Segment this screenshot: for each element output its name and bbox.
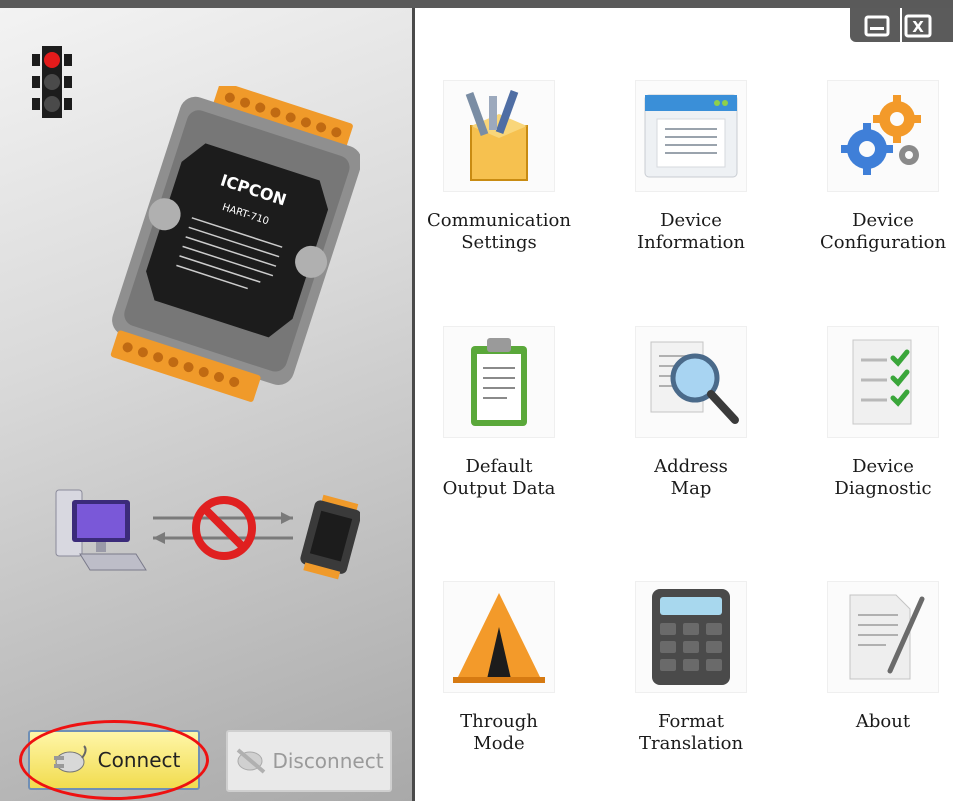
tile-label: Format Translation	[638, 711, 744, 754]
top-strip	[0, 0, 953, 8]
minimize-icon	[864, 15, 890, 37]
connection-panel: ICPCON HART-710 Connect Disconnect	[0, 8, 412, 801]
tile-label: Address Map	[654, 456, 728, 499]
tile-device-information[interactable]: Device Information	[591, 80, 791, 254]
tile-label: Device Information	[636, 210, 746, 253]
tile-device-configuration[interactable]: Device Configuration	[783, 80, 953, 254]
tile-label: Default Output Data	[442, 456, 556, 499]
checklist-icon	[827, 326, 939, 438]
unplug-icon	[237, 748, 266, 774]
tile-label: Device Configuration	[819, 210, 947, 253]
magnifier-doc-icon	[635, 326, 747, 438]
disconnect-label: Disconnect	[272, 749, 384, 773]
tile-label: Device Diagnostic	[834, 456, 932, 499]
pc-icon	[55, 489, 147, 571]
tile-device-diagnostic[interactable]: Device Diagnostic	[783, 326, 953, 500]
tile-about[interactable]: About	[783, 581, 953, 733]
tile-address-map[interactable]: Address Map	[591, 326, 791, 500]
cone-icon	[443, 581, 555, 693]
close-icon: X	[904, 14, 932, 38]
toolbox-icon	[443, 80, 555, 192]
device-small-icon	[300, 494, 360, 580]
tile-format-translation[interactable]: Format Translation	[591, 581, 791, 755]
tile-label: About	[855, 711, 911, 732]
calculator-icon	[635, 581, 747, 693]
close-button[interactable]: X	[902, 8, 953, 42]
connect-label: Connect	[97, 748, 181, 772]
close-label: X	[912, 18, 924, 36]
traffic-light-icon	[32, 46, 72, 118]
tile-through-mode[interactable]: Through Mode	[399, 581, 599, 755]
device-module-image: ICPCON HART-710	[110, 86, 360, 402]
disconnect-button[interactable]: Disconnect	[226, 730, 392, 792]
tile-communication-settings[interactable]: Communication Settings	[399, 80, 599, 254]
tile-label: Communication Settings	[427, 210, 571, 253]
plug-icon	[53, 745, 87, 773]
document-pen-icon	[827, 581, 939, 693]
tile-label: Through Mode	[460, 711, 538, 754]
minimize-button[interactable]	[850, 8, 900, 42]
tile-default-output-data[interactable]: Default Output Data	[399, 326, 599, 500]
info-window-icon	[635, 80, 747, 192]
disconnected-status-icon	[153, 496, 293, 560]
connect-button[interactable]: Connect	[28, 730, 200, 790]
gears-icon	[827, 80, 939, 192]
clipboard-icon	[443, 326, 555, 438]
